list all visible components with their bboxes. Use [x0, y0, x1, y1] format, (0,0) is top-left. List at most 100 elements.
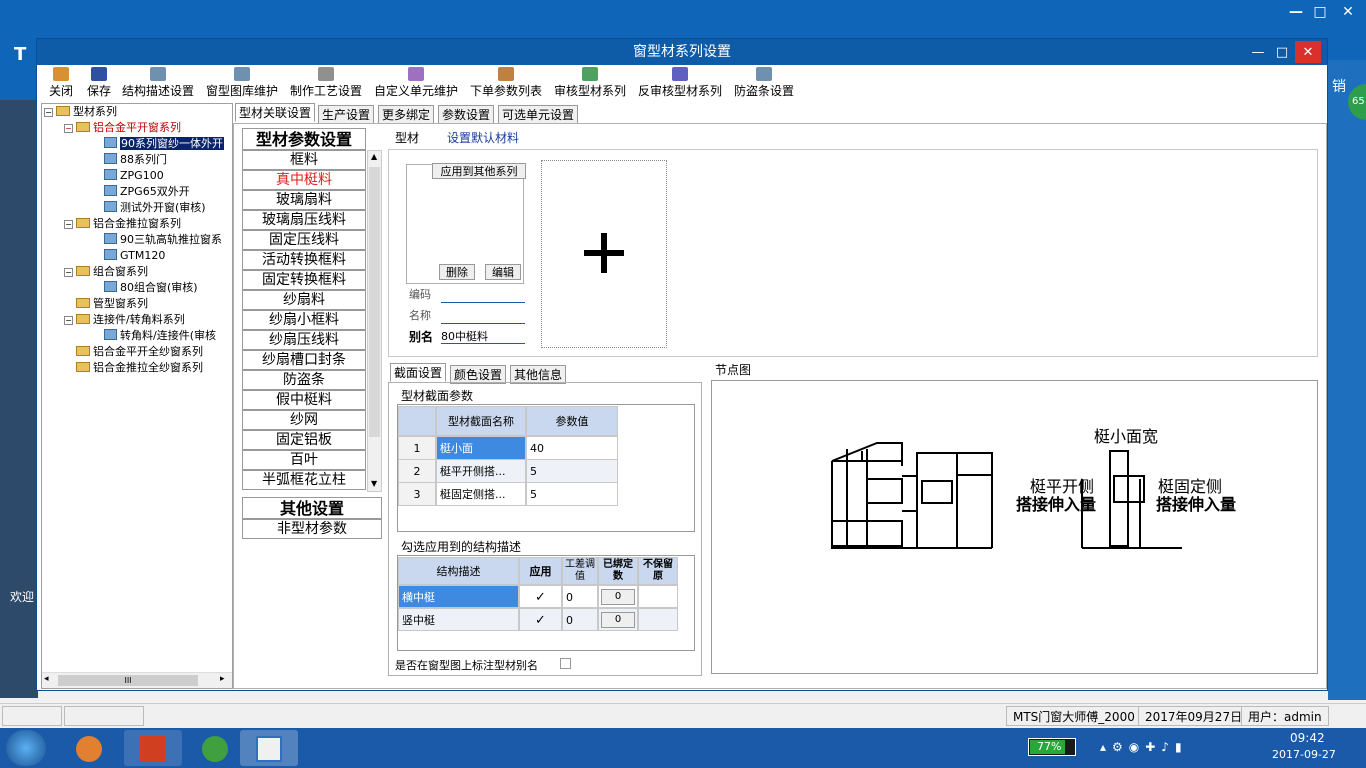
- toolbar-order-params-button[interactable]: 下单参数列表: [469, 67, 543, 99]
- param-item-selected[interactable]: 真中梃料: [242, 170, 366, 190]
- tab-params[interactable]: 参数设置: [438, 105, 495, 124]
- collapse-icon[interactable]: −: [64, 124, 73, 133]
- alias-on-diagram-checkbox[interactable]: [560, 658, 571, 669]
- material-preview-box[interactable]: [541, 160, 667, 348]
- section-value-cell[interactable]: 5: [526, 482, 618, 506]
- code-field[interactable]: [441, 287, 525, 303]
- param-item[interactable]: 防盗条: [242, 370, 366, 390]
- toolbar-audit-button[interactable]: 审核型材系列: [553, 67, 627, 99]
- taskbar-app-4[interactable]: [240, 730, 298, 766]
- scroll-left-arrow[interactable]: ◂: [44, 674, 49, 684]
- scroll-down-arrow[interactable]: ▼: [371, 479, 377, 488]
- toolbar-unaudit-button[interactable]: 反审核型材系列: [637, 67, 723, 99]
- taskbar-app-1[interactable]: [60, 730, 118, 766]
- struct-keep-cell[interactable]: [638, 585, 678, 608]
- toolbar-antitheft-button[interactable]: 防盗条设置: [733, 67, 795, 99]
- collapse-icon[interactable]: −: [64, 316, 73, 325]
- struct-adjust-cell[interactable]: 0: [562, 608, 598, 631]
- tab-profile-link[interactable]: 型材关联设置: [235, 103, 316, 122]
- param-item[interactable]: 纱网: [242, 410, 366, 430]
- param-item[interactable]: 纱扇压线料: [242, 330, 366, 350]
- tray-icons[interactable]: ▴⚙◉✚♪▮: [1100, 740, 1188, 754]
- add-plus-icon[interactable]: [584, 233, 624, 273]
- tree-item[interactable]: − 铝合金推拉窗系列: [64, 216, 181, 232]
- section-name-cell[interactable]: 梃平开侧搭...: [436, 459, 526, 483]
- struct-bound-button[interactable]: 0: [601, 612, 635, 628]
- param-item[interactable]: 百叶: [242, 450, 366, 470]
- taskbar-app-2[interactable]: [124, 730, 182, 766]
- tree-item[interactable]: − 连接件/转角料系列: [64, 312, 185, 328]
- scroll-thumb[interactable]: III: [58, 675, 198, 686]
- tree-horizontal-scrollbar[interactable]: ◂ III ▸: [42, 672, 232, 688]
- param-item[interactable]: 纱扇槽口封条: [242, 350, 366, 370]
- struct-adjust-cell[interactable]: 0: [562, 585, 598, 608]
- section-value-cell[interactable]: 5: [526, 459, 618, 483]
- tree-item-selected[interactable]: 90系列窗纱一体外开: [104, 136, 224, 152]
- scroll-thumb[interactable]: [369, 167, 380, 437]
- tree-item[interactable]: 90三轨高轨推拉窗系: [104, 232, 222, 248]
- tab-section[interactable]: 截面设置: [390, 363, 447, 382]
- struct-bound-button[interactable]: 0: [601, 589, 635, 605]
- bg-close-button[interactable]: ✕: [1334, 0, 1362, 24]
- tree-item[interactable]: ZPG65双外开: [104, 184, 190, 200]
- section-name-cell[interactable]: 梃固定侧搭...: [436, 482, 526, 506]
- edit-button[interactable]: 编辑: [485, 264, 521, 280]
- scroll-up-arrow[interactable]: ▲: [371, 152, 377, 161]
- dialog-minimize-button[interactable]: —: [1245, 41, 1271, 63]
- param-list-scrollbar[interactable]: ▲ ▼: [367, 150, 382, 492]
- name-field[interactable]: [441, 308, 525, 324]
- param-item[interactable]: 框料: [242, 150, 366, 170]
- bg-maximize-button[interactable]: □: [1306, 0, 1334, 24]
- tree-item[interactable]: − 组合窗系列: [64, 264, 148, 280]
- tab-optional-units[interactable]: 可选单元设置: [498, 105, 579, 124]
- tab-more-bind[interactable]: 更多绑定: [378, 105, 435, 124]
- tree-item[interactable]: 铝合金平开全纱窗系列: [76, 344, 203, 360]
- tree-item[interactable]: 88系列门: [104, 152, 167, 168]
- default-material-link[interactable]: 设置默认材料: [447, 129, 519, 146]
- tree-item[interactable]: GTM120: [104, 248, 165, 264]
- collapse-icon[interactable]: −: [44, 108, 53, 117]
- param-item[interactable]: 玻璃扇压线料: [242, 210, 366, 230]
- tree-item[interactable]: 测试外开窗(审核): [104, 200, 206, 216]
- collapse-icon[interactable]: −: [64, 220, 73, 229]
- param-item[interactable]: 固定铝板: [242, 430, 366, 450]
- struct-keep-cell[interactable]: [638, 608, 678, 631]
- toolbar-close-button[interactable]: 关闭: [47, 67, 75, 99]
- param-item[interactable]: 活动转换框料: [242, 250, 366, 270]
- struct-name-cell[interactable]: 竖中梃: [398, 608, 519, 631]
- tab-production[interactable]: 生产设置: [318, 105, 375, 124]
- tree-item[interactable]: − 铝合金平开窗系列: [64, 120, 181, 136]
- alias-field[interactable]: 80中梃料: [441, 328, 525, 344]
- other-item[interactable]: 非型材参数: [242, 519, 382, 539]
- tree-item[interactable]: − 型材系列: [44, 104, 117, 120]
- tree-item[interactable]: 管型窗系列: [76, 296, 148, 312]
- param-item[interactable]: 固定转换框料: [242, 270, 366, 290]
- delete-button[interactable]: 删除: [439, 264, 475, 280]
- taskbar-app-3[interactable]: [186, 730, 244, 766]
- clock-date[interactable]: 2017-09-27: [1272, 748, 1336, 761]
- series-tree[interactable]: − 型材系列 − 铝合金平开窗系列 90系列窗纱一体外开 88系列门 ZPG100 …: [41, 103, 233, 689]
- apply-to-other-button[interactable]: 应用到其他系列: [432, 163, 526, 179]
- toolbar-save-button[interactable]: 保存: [85, 67, 113, 99]
- scroll-right-arrow[interactable]: ▸: [220, 674, 225, 684]
- tree-item[interactable]: ZPG100: [104, 168, 164, 184]
- param-item[interactable]: 纱扇料: [242, 290, 366, 310]
- tree-item[interactable]: 转角料/连接件(审核: [104, 328, 216, 344]
- section-value-cell[interactable]: 40: [526, 436, 618, 460]
- battery-indicator[interactable]: 77%: [1028, 738, 1076, 756]
- tree-item[interactable]: 铝合金推拉全纱窗系列: [76, 360, 203, 376]
- struct-apply-check[interactable]: ✓: [519, 585, 562, 608]
- dialog-maximize-button[interactable]: □: [1269, 41, 1295, 63]
- dialog-close-button[interactable]: ✕: [1295, 41, 1321, 63]
- start-button[interactable]: [6, 730, 46, 766]
- toolbar-process-button[interactable]: 制作工艺设置: [289, 67, 363, 99]
- section-name-cell[interactable]: 梃小面: [436, 436, 526, 460]
- param-item[interactable]: 假中梃料: [242, 390, 366, 410]
- toolbar-structure-button[interactable]: 结构描述设置: [121, 67, 195, 99]
- param-item[interactable]: 纱扇小框料: [242, 310, 366, 330]
- struct-apply-check[interactable]: ✓: [519, 608, 562, 631]
- toolbar-gallery-button[interactable]: 窗型图库维护: [205, 67, 279, 99]
- toolbar-custom-unit-button[interactable]: 自定义单元维护: [373, 67, 459, 99]
- param-item[interactable]: 半弧框花立柱: [242, 470, 366, 490]
- param-item[interactable]: 玻璃扇料: [242, 190, 366, 210]
